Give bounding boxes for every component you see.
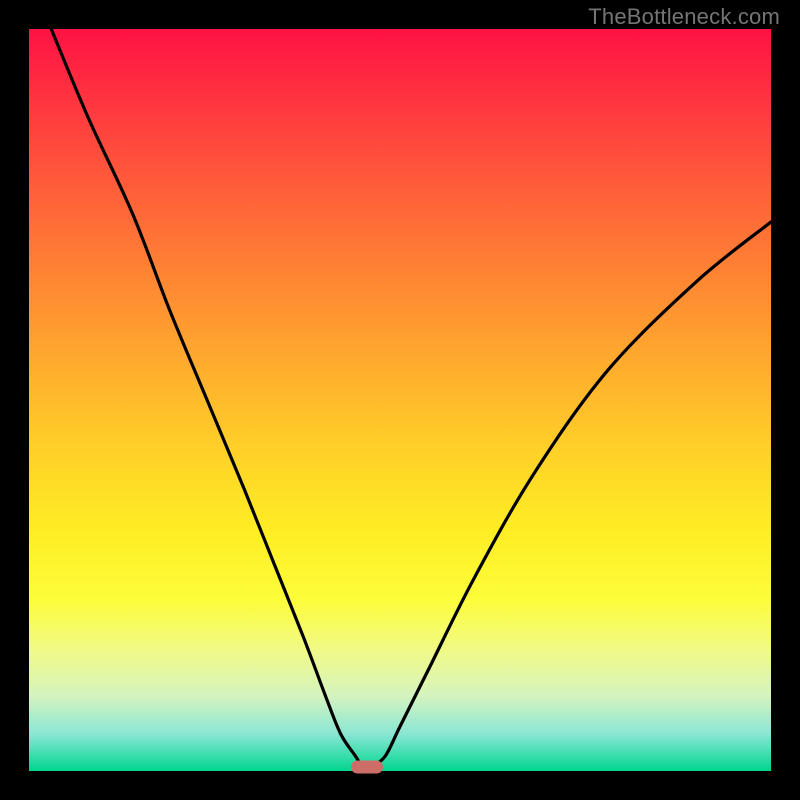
chart-frame: TheBottleneck.com [0,0,800,800]
optimal-marker [351,761,383,774]
plot-area [29,29,771,771]
watermark-text: TheBottleneck.com [588,4,780,30]
bottleneck-curve [29,29,771,771]
